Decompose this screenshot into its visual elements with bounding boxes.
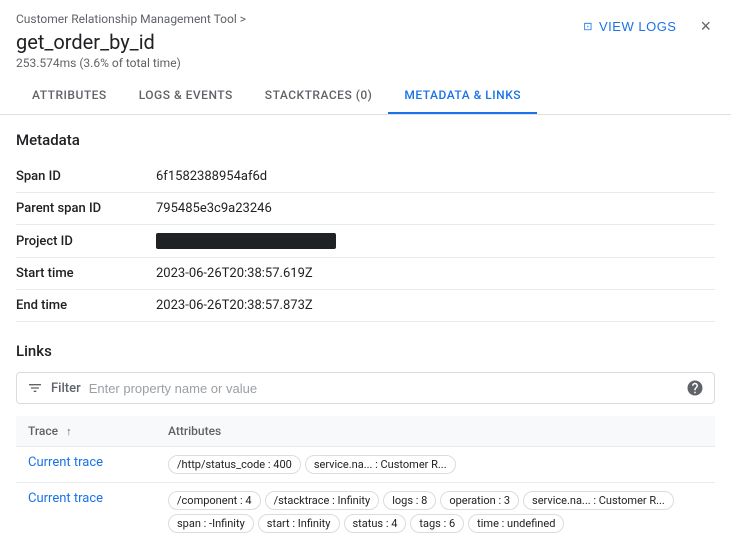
- close-icon: ×: [700, 16, 711, 37]
- attribute-chip: service.na... : Customer R...: [523, 491, 674, 510]
- attribute-chip: logs : 8: [383, 491, 436, 510]
- trace-cell: Current trace: [16, 447, 156, 483]
- trace-link[interactable]: Current trace: [28, 491, 103, 506]
- attributes-cell: /http/status_code : 400service.na... : C…: [156, 447, 715, 483]
- links-section-title: Links: [16, 342, 715, 360]
- attribute-chip: start : Infinity: [258, 514, 340, 533]
- metadata-key: End time: [16, 290, 156, 322]
- metadata-table: Span ID6f1582388954af6dParent span ID795…: [16, 161, 715, 322]
- view-logs-label: VIEW LOGS: [599, 19, 676, 34]
- metadata-value: 2023-06-26T20:38:57.873Z: [156, 290, 715, 322]
- metadata-value: 795485e3c9a23246: [156, 193, 715, 225]
- external-link-icon: ⊡: [583, 20, 593, 33]
- metadata-row: Project ID: [16, 225, 715, 258]
- attribute-chip: span : -Infinity: [168, 514, 254, 533]
- metadata-value: 6f1582388954af6d: [156, 161, 715, 193]
- main-content: Metadata Span ID6f1582388954af6dParent s…: [0, 115, 731, 535]
- attribute-chip: operation : 3: [440, 491, 519, 510]
- metadata-row: Span ID6f1582388954af6d: [16, 161, 715, 193]
- links-table: Trace ↑ Attributes Current trace/http/st…: [16, 416, 715, 535]
- table-row: Current trace/component : 4/stacktrace :…: [16, 483, 715, 536]
- links-section: Links Filter Trace: [16, 342, 715, 535]
- help-icon-button[interactable]: [686, 379, 704, 397]
- filter-label: Filter: [51, 381, 81, 396]
- attributes-cell: /component : 4/stacktrace : Infinitylogs…: [156, 483, 715, 536]
- view-logs-button[interactable]: ⊡ VIEW LOGS: [575, 15, 684, 38]
- filter-input[interactable]: [89, 381, 678, 396]
- tab-logs-events[interactable]: LOGS & EVENTS: [123, 78, 249, 114]
- th-attributes-label: Attributes: [168, 424, 221, 438]
- th-attributes: Attributes: [156, 416, 715, 447]
- metadata-row: Parent span ID795485e3c9a23246: [16, 193, 715, 225]
- header-actions: ⊡ VIEW LOGS ×: [575, 12, 715, 41]
- close-button[interactable]: ×: [696, 12, 715, 41]
- attribute-chip: /stacktrace : Infinity: [265, 491, 380, 510]
- th-trace-label: Trace: [28, 424, 58, 438]
- metadata-value: 2023-06-26T20:38:57.619Z: [156, 258, 715, 290]
- tab-metadata-links[interactable]: METADATA & LINKS: [388, 78, 537, 114]
- attribute-chip: status : 4: [344, 514, 407, 533]
- tab-attributes[interactable]: ATTRIBUTES: [16, 78, 123, 114]
- sort-icon: ↑: [66, 425, 72, 438]
- metadata-key: Parent span ID: [16, 193, 156, 225]
- filter-icon: [27, 380, 43, 396]
- attribute-chip: tags : 6: [410, 514, 464, 533]
- subtitle: 253.574ms (3.6% of total time): [16, 56, 715, 70]
- metadata-row: Start time2023-06-26T20:38:57.619Z: [16, 258, 715, 290]
- attribute-chip: service.na... : Customer R...: [305, 455, 456, 474]
- metadata-key: Project ID: [16, 225, 156, 258]
- chips-container: /component : 4/stacktrace : Infinitylogs…: [168, 491, 703, 533]
- th-trace: Trace ↑: [16, 416, 156, 447]
- attribute-chip: /http/status_code : 400: [168, 455, 301, 474]
- tab-stacktraces[interactable]: STACKTRACES (0): [249, 78, 389, 114]
- tab-bar: ATTRIBUTES LOGS & EVENTS STACKTRACES (0)…: [16, 78, 715, 114]
- metadata-row: End time2023-06-26T20:38:57.873Z: [16, 290, 715, 322]
- chips-container: /http/status_code : 400service.na... : C…: [168, 455, 703, 474]
- trace-cell: Current trace: [16, 483, 156, 536]
- table-row: Current trace/http/status_code : 400serv…: [16, 447, 715, 483]
- attribute-chip: /component : 4: [168, 491, 261, 510]
- metadata-key: Start time: [16, 258, 156, 290]
- redacted-value: [156, 233, 336, 249]
- filter-bar: Filter: [16, 372, 715, 404]
- metadata-value: [156, 225, 715, 258]
- metadata-key: Span ID: [16, 161, 156, 193]
- header: Customer Relationship Management Tool > …: [0, 0, 731, 115]
- links-table-header: Trace ↑ Attributes: [16, 416, 715, 447]
- attribute-chip: time : undefined: [468, 514, 564, 533]
- metadata-section-title: Metadata: [16, 131, 715, 149]
- trace-link[interactable]: Current trace: [28, 455, 103, 470]
